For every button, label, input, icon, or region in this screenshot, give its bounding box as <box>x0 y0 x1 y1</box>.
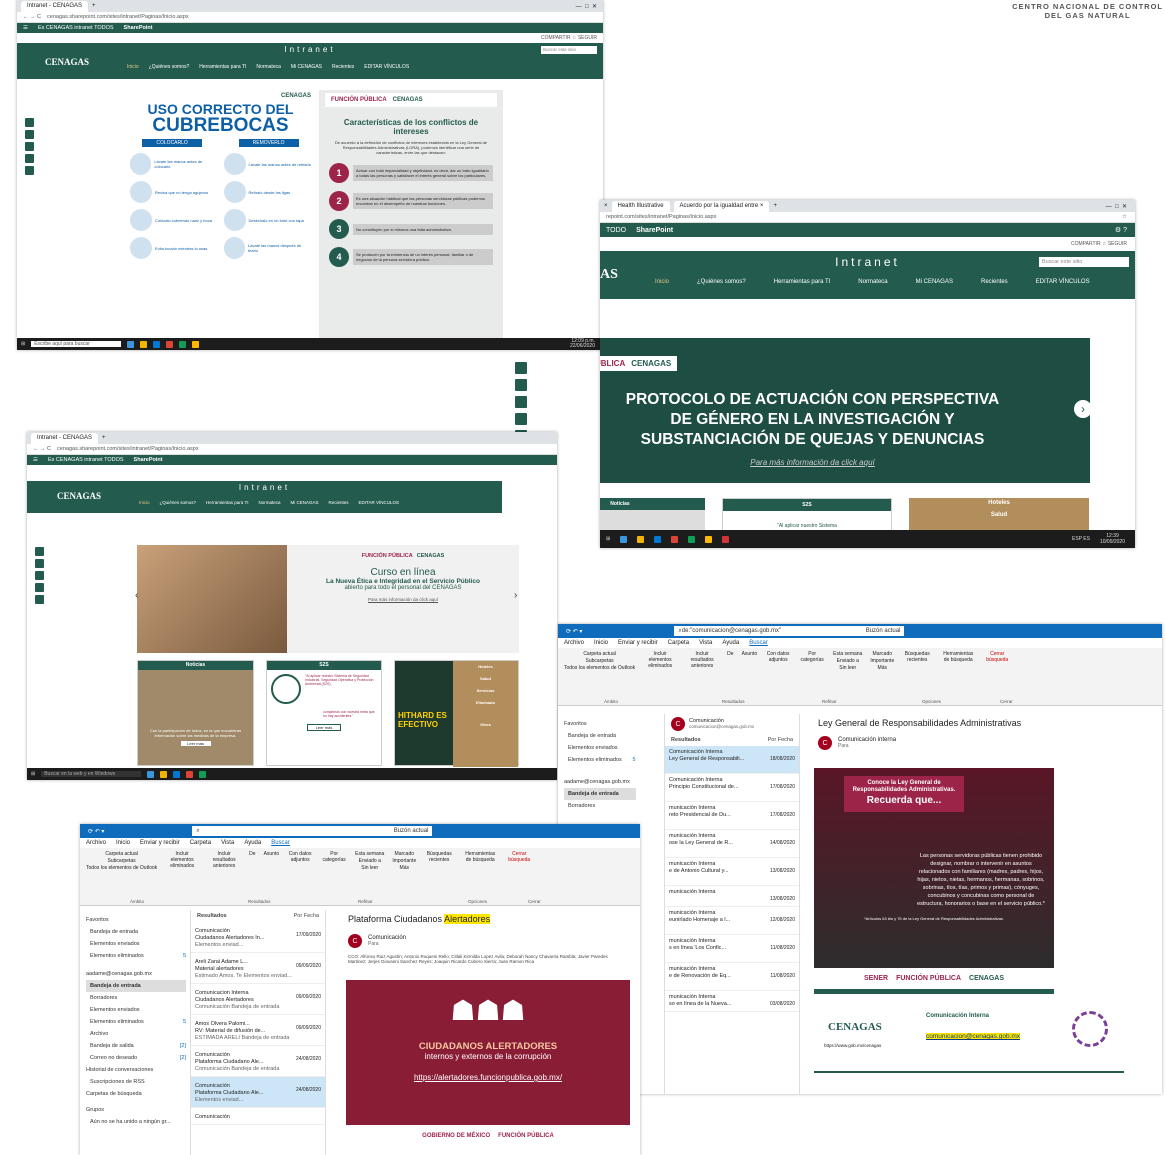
screenshot-intranet-3: Intranet - CENAGAS + ← → Ccenagas.sharepo… <box>27 432 557 780</box>
org-header: CENTRO NACIONAL DE CONTROL DEL GAS NATUR… <box>1012 2 1163 20</box>
curso-banner: FUNCIÓN PÚBLICA CENAGAS Curso en línea La… <box>137 545 519 653</box>
noticias-card: Noticias Con la participación de todos, e… <box>137 660 254 766</box>
site-search[interactable]: Buscar este sitio <box>541 46 597 54</box>
quick-launch-icons-2 <box>515 362 527 442</box>
outlook-search[interactable]: ⌕ Buzón actual <box>192 826 433 836</box>
list-item[interactable]: Comunicación Interna Ley General de Respo… <box>665 746 799 774</box>
address-bar[interactable]: cenagas.sharepoint.com/sites/intranet/Pa… <box>47 14 189 20</box>
share-follow[interactable]: COMPARTIR ☆ SEGUIR <box>17 33 603 43</box>
email-subject: Ley General de Responsabilidades Adminis… <box>818 718 1022 728</box>
email-signature: CENAGAS https://www.gob.mx/cenagas Comun… <box>814 1011 1124 1073</box>
top-nav: Inicio ¿Quiénes somos? Herramientas para T… <box>127 64 410 70</box>
list-item[interactable]: Comunicacion Interna Ciudadanos Alertador… <box>191 984 325 1015</box>
ley-poster: Conoce la Ley General de Responsabilidad… <box>814 768 1054 968</box>
quick-launch-icons <box>25 118 34 175</box>
protocolo-banner: FUNCIÓN PÚBLICACENAGAS ‹ › PROTOCOLO DE … <box>600 338 1092 483</box>
list-item[interactable]: Comunicación Interna Principio Constituci… <box>665 774 799 802</box>
reading-pane: Plataforma Ciudadanos Alertadores C Comun… <box>332 910 640 1155</box>
carousel-prev[interactable]: ‹ <box>135 590 138 601</box>
windows-start-icon[interactable]: ⊞ <box>21 341 25 347</box>
reading-pane: Ley General de Responsabilidades Adminis… <box>806 716 1162 1094</box>
s2s-card: S2S "Al aplicar nuestro Sistema de Seguri… <box>266 660 382 766</box>
screenshot-outlook-2: ⟳ ↶ ▾ ⌕ Buzón actual Archivo Inicio Enviar… <box>80 824 640 1155</box>
list-item[interactable]: Comunicación Plataforma Ciudadano Ale... C… <box>191 1046 325 1077</box>
list-item[interactable]: Amos Olvera Palomi... RV: Material de dif… <box>191 1015 325 1046</box>
windows-taskbar: ⊞ Escribe aquí para buscar 12:09 p.m. 22/… <box>17 338 603 350</box>
list-item[interactable]: municación Interna so en línea de la Nuev… <box>665 991 799 1012</box>
list-item[interactable]: municación Interna s en línea 'Los Confic… <box>665 935 799 963</box>
browser-tab[interactable]: Intranet - CENAGAS <box>21 0 89 12</box>
taskbar-search[interactable]: Escribe aquí para buscar <box>31 341 122 347</box>
folder-pane: Favoritos Bandeja de entrada Elementos e… <box>564 721 636 809</box>
refresh-icon[interactable]: ⟳ ↶ ▾ <box>566 628 582 635</box>
star-icon[interactable]: ☆ <box>1122 214 1135 220</box>
message-list: C Comunicación comunicacion@cenagas.gob.mx… <box>664 714 800 1094</box>
conflictos-poster: FUNCIÓN PÚBLICA CENAGAS Características d… <box>319 90 503 338</box>
hands-photo <box>137 545 287 653</box>
alertadores-poster: ☗☗☗ CIUDADANOS ALERTADORES internos y ex… <box>346 980 630 1125</box>
list-item[interactable]: Comunicación Plataforma Ciudadano Ale... E… <box>191 1077 325 1108</box>
settings-icon[interactable]: ⚙ ? <box>1115 226 1135 234</box>
address-bar[interactable]: repoint.com/sites/intranet/Paginas/Inici… <box>606 214 716 220</box>
cubrebocas-poster: CENAGAS USO CORRECTO DEL CUBREBOCAS COLO… <box>124 90 317 338</box>
search-ribbon: Carpeta actual Subcarpetas Todos los eleme… <box>558 648 1162 706</box>
outlook-menu: Archivo Inicio Enviar y recibir Carpeta Vist… <box>564 640 768 646</box>
carousel-next[interactable]: › <box>514 590 517 601</box>
folder-pane: Favoritos Bandeja de entrada Elementos e… <box>86 917 186 1125</box>
screenshot-outlook-1: ⟳ ↶ ▾ ⌕ de:"comunicacion@cenagas.gob.mx"… <box>558 624 1162 1094</box>
list-item[interactable]: municación Interna e de Antonio Cultural … <box>665 858 799 886</box>
screenshot-intranet-1: Intranet - CENAGAS + — □ ✕ ← → Ccenagas.sh… <box>17 0 603 350</box>
app-launcher-icon[interactable]: ☰ <box>23 25 28 31</box>
list-item[interactable]: municación Interna 13/08/2020 <box>665 886 799 907</box>
screenshot-intranet-2: × Health Illustrative Acuerdo por la igual… <box>600 200 1135 548</box>
email-subject: Plataforma Ciudadanos Alertadores <box>348 914 491 924</box>
list-item[interactable]: municación Interna e de Renovación de Eq.… <box>665 963 799 991</box>
windows-start-icon[interactable]: ⊞ <box>606 536 610 542</box>
list-item[interactable]: Comunicación Ciudadanos Alertadores In...… <box>191 922 325 953</box>
list-item[interactable]: Areli Zarai Adame L... Material alertador… <box>191 953 325 984</box>
list-item[interactable]: municación Interna eunirlado Homenaje a l… <box>665 907 799 935</box>
outlook-search[interactable]: ⌕ de:"comunicacion@cenagas.gob.mx" Buzón … <box>674 626 905 636</box>
intranet-title: Intranet <box>284 45 336 54</box>
message-list: Resultados Por Fecha Comunicación Ciudadan… <box>190 910 326 1155</box>
people-group-icon: ☗☗☗ <box>450 995 526 1026</box>
cenagas-logo: CENAGAS <box>45 57 90 67</box>
list-item[interactable]: municación Interna reto Presidencial de D… <box>665 802 799 830</box>
igualdad-seal-icon <box>1072 1011 1108 1047</box>
list-item[interactable]: Comunicación <box>191 1108 325 1125</box>
hoteles-card: Hoteles Salud Servicios Eliminado Otros HITH… <box>394 660 519 767</box>
list-item[interactable]: municación Interna ose la Ley General de … <box>665 830 799 858</box>
